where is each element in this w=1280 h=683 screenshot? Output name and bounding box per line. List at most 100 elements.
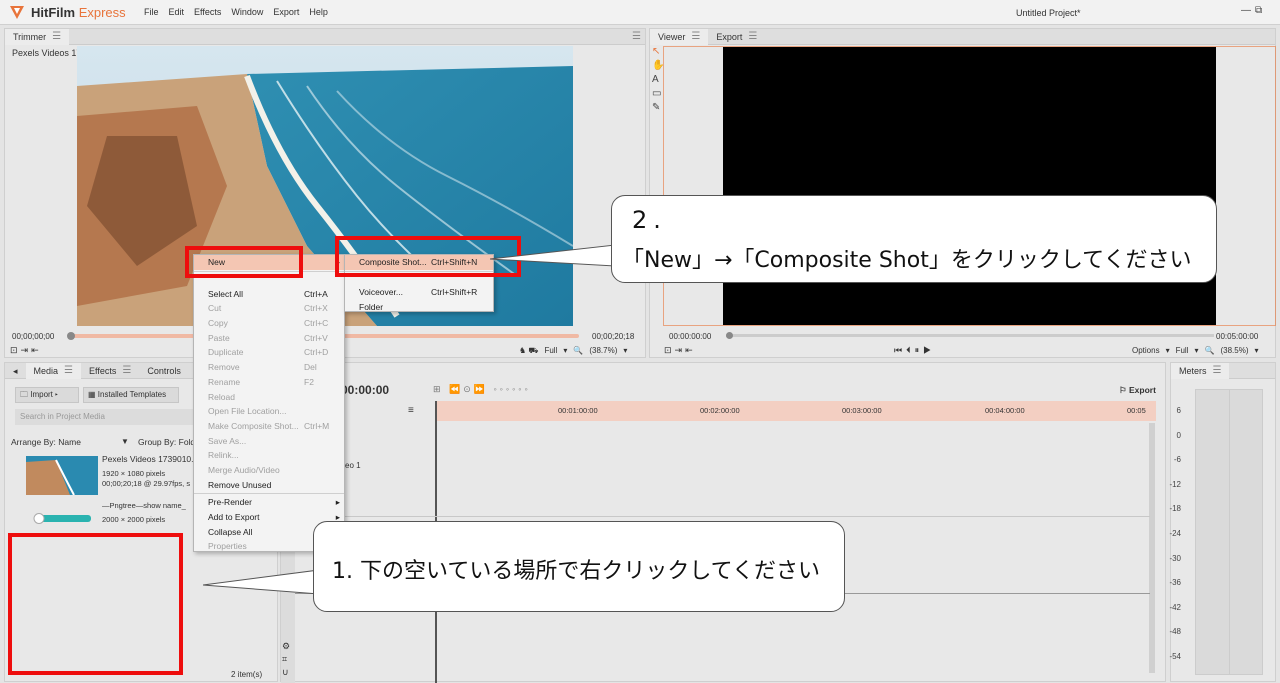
viewer-playhead[interactable] xyxy=(726,332,733,339)
media-thumbnail-video[interactable] xyxy=(26,456,98,495)
context-menu: New ▸ Select All Ctrl+A Cut Ctrl+X Copy Ctrl… xyxy=(193,254,345,552)
menu-item-paste: Paste Ctrl+V xyxy=(208,332,328,343)
trimmer-time-end: 00;00;20;18 xyxy=(592,332,635,341)
viewer-quality[interactable]: Full xyxy=(1176,346,1189,355)
trimmer-zoom[interactable]: (38.7%) xyxy=(589,346,617,356)
viewer-zoom[interactable]: (38.5%) xyxy=(1220,346,1248,355)
tab-viewer[interactable]: Viewer ☰ xyxy=(650,28,709,45)
menu-item-reload: Reload xyxy=(208,391,235,402)
ruler-tick-label: 00:03:00:00 xyxy=(842,406,882,415)
tab-trimmer[interactable]: Trimmer ☰ xyxy=(5,28,70,45)
media-search-input[interactable]: Search in Project Media xyxy=(15,409,195,425)
tab-export[interactable]: Export ☰ xyxy=(708,29,765,45)
menu-export[interactable]: Export xyxy=(273,7,299,17)
menu-window[interactable]: Window xyxy=(231,7,263,17)
tab-controls[interactable]: Controls xyxy=(139,363,189,379)
timeline-transport-icons[interactable]: ⊞ ⏪⊙⏩ ◦◦◦◦◦◦ xyxy=(433,384,531,395)
menu-item-remove-unused[interactable]: Remove Unused xyxy=(194,478,344,493)
chevron-down-icon: ▾ xyxy=(1165,346,1170,355)
viewer-scrubber[interactable] xyxy=(726,334,1214,337)
menu-bar: File Edit Effects Window Export Help xyxy=(144,7,328,17)
trimmer-playhead[interactable] xyxy=(67,332,75,340)
menu-separator xyxy=(194,493,344,495)
menu-help[interactable]: Help xyxy=(309,7,328,17)
tabs-scroll-left-icon[interactable]: ◂ xyxy=(5,363,26,379)
chevron-down-icon: ▾ xyxy=(1194,346,1199,355)
installed-templates-button[interactable]: ▦ Installed Templates xyxy=(83,387,179,403)
callout-pointer xyxy=(490,244,616,267)
meter-scale-label: -24 xyxy=(1169,529,1181,538)
viewer-canvas[interactable] xyxy=(723,47,1216,325)
media-item-name[interactable]: —Pngtree—show name_ xyxy=(102,501,186,510)
tab-effects[interactable]: Effects ☰ xyxy=(81,363,139,379)
viewer-time-start: 00:00:00:00 xyxy=(669,332,712,341)
meter-scale-label: -30 xyxy=(1169,554,1181,563)
hand-tool-icon[interactable]: ✋ xyxy=(652,60,664,71)
tab-meters[interactable]: Meters ☰ xyxy=(1171,362,1230,379)
menu-item-rename: Rename F2 xyxy=(208,376,314,387)
menu-item-pre-render[interactable]: Pre-Render ▸ xyxy=(194,495,344,510)
pen-tool-icon[interactable]: ✎ xyxy=(652,102,663,113)
panel-menu-icon[interactable]: ☰ xyxy=(52,29,61,45)
callout-step2-number: 2. xyxy=(632,206,667,234)
viewer-time-end: 00:05:00:00 xyxy=(1216,332,1259,341)
select-tool-icon[interactable]: ↖ xyxy=(652,46,663,57)
hitfilm-logo-icon xyxy=(10,6,24,19)
meter-scale-label: -36 xyxy=(1169,578,1181,587)
timeline-export-button[interactable]: ⚐ Export xyxy=(1119,385,1156,396)
menu-item-voiceover[interactable]: Voiceover... Ctrl+Shift+R xyxy=(345,285,493,300)
playback-controls[interactable]: ⏮⏴⏸▶ xyxy=(894,345,935,356)
timeline-ruler[interactable]: 00:01:00:00 00:02:00:00 00:03:00:00 00:0… xyxy=(436,401,1156,421)
menu-item-merge-audio-video: Merge Audio/Video xyxy=(208,464,280,475)
trimmer-controls[interactable]: ⊡⇥⇤ xyxy=(10,345,42,356)
title-bar: HitFilm Express File Edit Effects Window… xyxy=(0,0,1280,25)
viewer-options[interactable]: Options xyxy=(1132,346,1160,355)
chevron-down-icon: ▾ xyxy=(623,346,628,355)
menu-item-make-composite-shot: Make Composite Shot... Ctrl+M xyxy=(208,420,330,431)
trimmer-quality[interactable]: Full xyxy=(544,346,557,356)
menu-item-select-all[interactable]: Select All Ctrl+A xyxy=(194,287,344,302)
track-divider xyxy=(295,516,1150,517)
trimmer-tabbar: Trimmer ☰ xyxy=(5,28,645,45)
rectangle-tool-icon[interactable]: ▭ xyxy=(652,88,663,99)
meter-scale-label: 0 xyxy=(1176,431,1181,440)
media-thumbnail-image[interactable] xyxy=(33,513,93,524)
meter-scale-label: -48 xyxy=(1169,627,1181,636)
restore-button[interactable]: ⧉ xyxy=(1255,5,1262,16)
timeline-tool-icons[interactable]: ⚙ ⌗ ∪ xyxy=(282,640,290,679)
menu-file[interactable]: File xyxy=(144,7,159,17)
meter-scale-label: 6 xyxy=(1176,406,1181,415)
minimize-button[interactable]: — xyxy=(1241,5,1251,16)
viewer-mark-controls[interactable]: ⊡⇥⇤ xyxy=(664,345,696,356)
highlight-box-empty-area xyxy=(8,533,183,675)
import-button[interactable]: 🗀 Import ▸ xyxy=(15,387,79,403)
menu-item-open-file-location: Open File Location... xyxy=(208,406,287,417)
arrange-by-select[interactable]: Arrange By: Name xyxy=(11,437,81,447)
panel-menu-icon[interactable]: ☰ xyxy=(691,29,700,45)
ruler-tick-label: 00:05 xyxy=(1127,406,1146,415)
trimmer-view-icons[interactable]: ♞ ⛟ xyxy=(519,346,538,356)
menu-item-duplicate: Duplicate Ctrl+D xyxy=(208,347,329,358)
timeline-scrollbar[interactable] xyxy=(1149,423,1155,673)
menu-item-relink: Relink... xyxy=(208,450,239,461)
callout-step2: 2. 「New」→「Composite Shot」をクリックしてください xyxy=(611,195,1217,283)
menu-edit[interactable]: Edit xyxy=(169,7,185,17)
media-item-count: 2 item(s) xyxy=(231,670,263,679)
text-tool-icon[interactable]: A xyxy=(652,74,663,85)
app-name: HitFilm Express xyxy=(31,5,126,20)
viewer-tools: ↖ ✋ A ▭ ✎ xyxy=(652,46,664,113)
meter-scale-label: -54 xyxy=(1169,652,1181,661)
callout-step1: 1. 下の空いている場所で右クリックしてください xyxy=(313,521,845,612)
panel-menu-icon[interactable]: ☰ xyxy=(748,29,757,45)
menu-item-folder[interactable]: Folder xyxy=(345,300,493,315)
track-menu-icon[interactable]: ≡ xyxy=(408,405,414,416)
ruler-tick-label: 00:02:00:00 xyxy=(700,406,740,415)
menu-effects[interactable]: Effects xyxy=(194,7,221,17)
chevron-down-icon: ▼ xyxy=(121,437,129,446)
callout-step1-text: 1. 下の空いている場所で右クリックしてください xyxy=(332,559,821,584)
timeline-current-time: 00:00:00 xyxy=(341,383,390,397)
meters-panel: Meters ☰ 6 0 -6 -12 -18 -24 -30 -36 -42 -… xyxy=(1169,362,1276,682)
group-by-select[interactable]: Group By: Fold xyxy=(138,437,195,447)
trimmer-options-icon[interactable]: ☰ xyxy=(632,31,641,42)
tab-media[interactable]: Media ☰ xyxy=(25,362,82,379)
